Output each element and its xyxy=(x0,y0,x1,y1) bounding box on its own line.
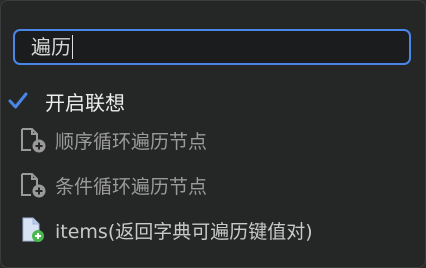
search-input[interactable]: 遍历 xyxy=(13,29,411,65)
add-file-icon xyxy=(19,216,47,244)
add-node-icon xyxy=(19,171,47,199)
enable-suggestions-option[interactable]: 开启联想 xyxy=(7,87,125,115)
result-item-label: items(返回字典可遍历键值对) xyxy=(55,220,313,243)
result-item-items[interactable]: items(返回字典可遍历键值对) xyxy=(19,215,313,245)
text-caret xyxy=(72,35,73,59)
result-item-conditional-loop[interactable]: 条件循环遍历节点 xyxy=(19,170,207,200)
result-item-label: 顺序循环遍历节点 xyxy=(55,130,208,153)
add-node-icon xyxy=(19,126,47,154)
search-input-value: 遍历 xyxy=(31,35,71,59)
result-item-sequential-loop[interactable]: 顺序循环遍历节点 xyxy=(19,125,207,155)
checkmark-icon[interactable] xyxy=(7,90,29,112)
result-item-label: 条件循环遍历节点 xyxy=(55,175,208,198)
suggestion-popup: 遍历 开启联想 顺序循环遍历节点 条件循环遍历节点 items(返回字典可遍历键… xyxy=(0,0,426,268)
enable-suggestions-label: 开启联想 xyxy=(45,90,125,115)
